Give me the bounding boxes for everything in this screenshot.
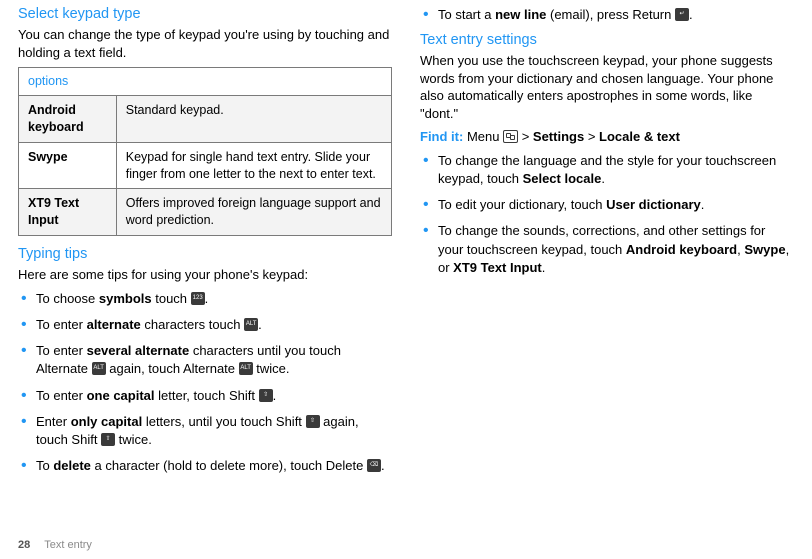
page-footer: 28 Text entry [18, 539, 92, 551]
key-alt-icon: ALT [239, 362, 253, 375]
section-name: Text entry [44, 539, 92, 551]
list-item: To change the language and the style for… [420, 152, 794, 188]
key-alt-icon: ALT [244, 318, 258, 331]
list-item: To choose symbols touch 123. [18, 290, 392, 308]
tips-intro: Here are some tips for using your phone'… [18, 266, 392, 284]
intro-paragraph: You can change the type of keypad you're… [18, 26, 392, 61]
settings-list: To change the language and the style for… [420, 152, 794, 277]
options-table: options Android keyboard Standard keypad… [18, 67, 392, 236]
heading-typing-tips: Typing tips [18, 246, 392, 262]
table-header: options [19, 68, 392, 96]
tips-list: To choose symbols touch 123. To enter al… [18, 290, 392, 476]
table-row: Android keyboard Standard keypad. [19, 95, 392, 142]
settings-paragraph: When you use the touchscreen keypad, you… [420, 52, 794, 122]
key-alt-icon: ALT [92, 362, 106, 375]
heading-select-keypad: Select keypad type [18, 6, 392, 22]
row2-desc: Offers improved foreign language support… [116, 189, 391, 236]
heading-text-entry-settings: Text entry settings [420, 32, 794, 48]
table-row: XT9 Text Input Offers improved foreign l… [19, 189, 392, 236]
row0-name: Android keyboard [28, 103, 84, 134]
key-shift-icon: ⇧ [101, 433, 115, 446]
table-row: Swype Keypad for single hand text entry.… [19, 142, 392, 189]
key-enter-icon: ↵ [675, 8, 689, 21]
key-num-icon: 123 [191, 292, 205, 305]
list-item: To delete a character (hold to delete mo… [18, 457, 392, 475]
key-delete-icon: ⌫ [367, 459, 381, 472]
key-shift-icon: ⇧ [259, 389, 273, 402]
list-item: To enter alternate characters touch ALT. [18, 316, 392, 334]
list-item: To edit your dictionary, touch User dict… [420, 196, 794, 214]
list-item: To enter one capital letter, touch Shift… [18, 387, 392, 405]
list-item: To enter several alternate characters un… [18, 342, 392, 378]
key-shift-icon: ⇧ [306, 415, 320, 428]
row1-name: Swype [28, 150, 68, 164]
findit-line: Find it: Menu > Settings > Locale & text [420, 128, 794, 146]
menu-icon [503, 130, 518, 143]
top-list: To start a new line (email), press Retur… [420, 6, 794, 24]
row1-desc: Keypad for single hand text entry. Slide… [116, 142, 391, 189]
findit-label: Find it: [420, 129, 463, 144]
list-item: To change the sounds, corrections, and o… [420, 222, 794, 277]
row2-name: XT9 Text Input [28, 196, 79, 227]
list-item: To start a new line (email), press Retur… [420, 6, 794, 24]
row0-desc: Standard keypad. [116, 95, 391, 142]
list-item: Enter only capital letters, until you to… [18, 413, 392, 449]
page-number: 28 [18, 539, 30, 551]
